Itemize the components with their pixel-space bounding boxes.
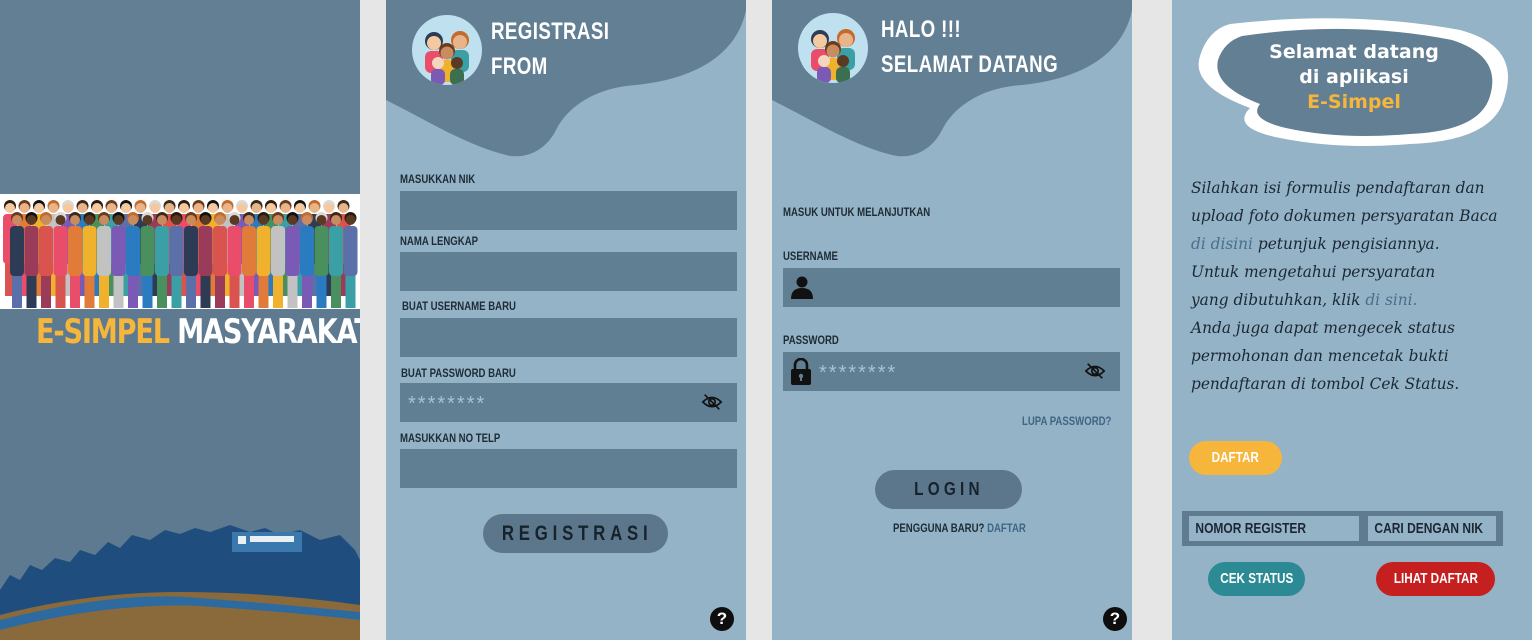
status-search-bar: NOMOR REGISTER CARI DENGAN NIK — [1182, 511, 1503, 546]
desc-line: yang dibutuhkan, klik di sini. — [1191, 286, 1508, 314]
crowd-illustration — [0, 194, 360, 309]
guide-link[interactable]: di disini — [1191, 234, 1253, 253]
register-submit-button[interactable]: REGISTRASI — [483, 514, 668, 553]
nik-input[interactable] — [400, 191, 737, 230]
desc-line: upload foto dokumen persyaratan Baca — [1191, 206, 1498, 225]
brand-highlight: E-SIMPEL — [36, 312, 170, 352]
register-number-input[interactable]: NOMOR REGISTER — [1189, 516, 1359, 541]
welcome-line2: di aplikasi — [1299, 66, 1409, 88]
username-label: USERNAME — [783, 249, 838, 263]
desc-line: pendaftaran di tombol Cek Status. — [1191, 374, 1460, 393]
daftar-button-label: DAFTAR — [1211, 449, 1260, 466]
city-skyline-illustration — [0, 525, 360, 640]
new-password-input[interactable]: ******** — [400, 383, 737, 422]
login-screen: HALO !!! SELAMAT DATANG MASUK UNTUK MELAN… — [772, 0, 1132, 640]
user-icon — [791, 276, 813, 299]
login-greeting-line1: HALO !!! — [881, 16, 962, 43]
lock-icon — [791, 358, 811, 385]
password-mask: ******** — [819, 362, 898, 384]
instructions-text: Silahkan isi formulis pendaftaran dan up… — [1191, 174, 1521, 398]
register-link[interactable]: DAFTAR — [987, 521, 1026, 535]
register-title-line2: FROM — [491, 53, 548, 80]
search-by-nik-label: CARI DENGAN NIK — [1374, 520, 1484, 537]
welcome-line1: Selamat datang — [1269, 41, 1439, 63]
new-username-input[interactable] — [400, 318, 737, 357]
phone-input[interactable] — [400, 449, 737, 488]
users-avatar-icon — [412, 15, 482, 85]
login-greeting-line2: SELAMAT DATANG — [881, 51, 1059, 78]
welcome-app-name: E-Simpel — [1307, 91, 1401, 113]
view-list-label: LIHAT DAFTAR — [1393, 570, 1478, 587]
help-icon[interactable]: ? — [1103, 607, 1127, 631]
new-user-prompt: PENGGUNA BARU? DAFTAR — [893, 521, 1026, 535]
full-name-label: NAMA LENGKAP — [400, 234, 479, 248]
welcome-message: Selamat datang di aplikasi E-Simpel — [1224, 40, 1484, 115]
info-screen: Selamat datang di aplikasi E-Simpel Sila… — [1172, 0, 1532, 640]
username-input[interactable] — [783, 268, 1120, 307]
forgot-password-link[interactable]: LUPA PASSWORD? — [1022, 414, 1111, 428]
register-number-placeholder: NOMOR REGISTER — [1195, 520, 1307, 537]
splash-top-area — [0, 0, 360, 194]
desc-line-text: yang dibutuhkan, klik — [1191, 290, 1366, 309]
new-password-label: BUAT PASSWORD BARU — [401, 366, 516, 380]
eye-slash-icon[interactable] — [701, 392, 723, 412]
login-subtitle: MASUK UNTUK MELANJUTKAN — [783, 205, 931, 219]
login-greeting: HALO !!! SELAMAT DATANG — [881, 12, 1058, 82]
daftar-button[interactable]: DAFTAR — [1189, 441, 1282, 475]
search-by-nik-option[interactable]: CARI DENGAN NIK — [1368, 516, 1496, 541]
password-input[interactable]: ******** — [783, 352, 1120, 391]
users-avatar-icon — [798, 13, 868, 83]
new-user-text: PENGGUNA BARU? — [893, 521, 985, 535]
help-icon[interactable]: ? — [710, 607, 734, 631]
eye-slash-icon[interactable] — [1084, 361, 1106, 381]
desc-line: Anda juga dapat mengecek status — [1191, 318, 1455, 337]
register-title-line1: REGISTRASI — [491, 18, 610, 45]
registration-screen: REGISTRASI FROM MASUKKAN NIK NAMA LENGKAP… — [386, 0, 746, 640]
view-list-button[interactable]: LIHAT DAFTAR — [1376, 562, 1495, 596]
new-username-label: BUAT USERNAME BARU — [402, 299, 516, 313]
desc-line-rest: petunjuk pengisiannya. — [1252, 234, 1440, 253]
desc-line: di disini petunjuk pengisiannya. — [1191, 230, 1508, 258]
password-mask: ******** — [408, 393, 487, 415]
full-name-input[interactable] — [400, 252, 737, 291]
desc-line: Silahkan isi formulis pendaftaran dan — [1191, 178, 1485, 197]
login-button[interactable]: LOGIN — [875, 470, 1022, 509]
requirements-link[interactable]: di sini. — [1365, 290, 1417, 309]
nik-label: MASUKKAN NIK — [400, 172, 476, 186]
register-submit-label: REGISTRASI — [501, 522, 653, 545]
register-title: REGISTRASI FROM — [491, 14, 609, 84]
phone-label: MASUKKAN NO TELP — [400, 431, 501, 445]
desc-line: permohonan dan mencetak bukti — [1191, 346, 1449, 365]
splash-screen: E-SIMPEL MASYARAKAT — [0, 0, 360, 640]
brand-rest: MASYARAKAT — [177, 312, 360, 352]
password-label: PASSWORD — [783, 333, 839, 347]
app-brand-title: E-SIMPEL MASYARAKAT — [36, 312, 360, 352]
login-button-label: LOGIN — [913, 479, 984, 499]
check-status-button[interactable]: CEK STATUS — [1208, 562, 1305, 596]
desc-line: Untuk mengetahui persyaratan — [1191, 262, 1436, 281]
check-status-label: CEK STATUS — [1219, 570, 1294, 587]
